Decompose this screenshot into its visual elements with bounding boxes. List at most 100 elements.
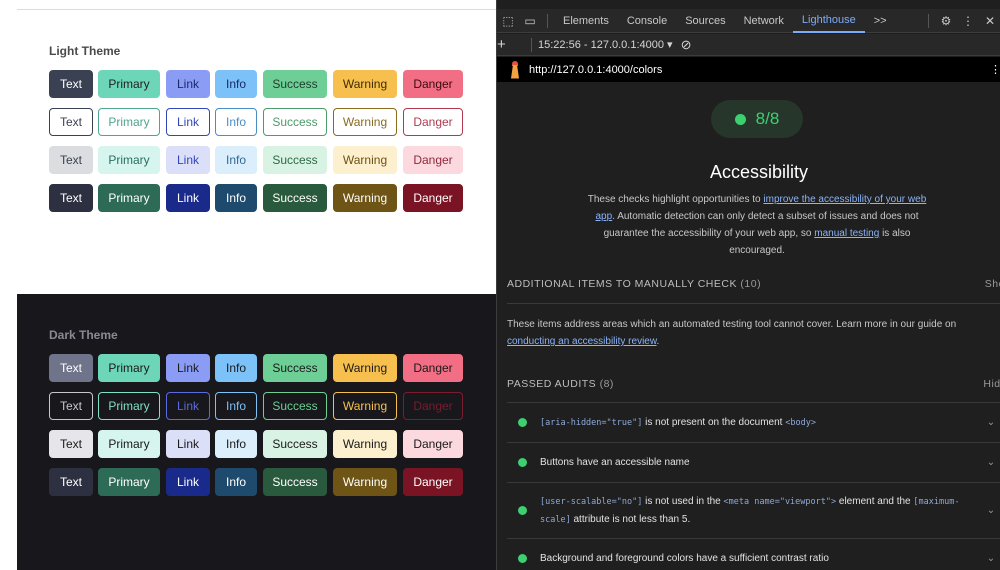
light-solid-warning-button[interactable]: Warning bbox=[333, 70, 397, 98]
more-options-icon[interactable]: ⋮ bbox=[957, 14, 979, 28]
dark-dark-info-button[interactable]: Info bbox=[215, 468, 257, 496]
dark-outline-warning-button[interactable]: Warning bbox=[333, 392, 397, 420]
light-dark-info-button[interactable]: Info bbox=[215, 184, 257, 212]
dark-pale-info-button[interactable]: Info bbox=[215, 430, 257, 458]
tab-network[interactable]: Network bbox=[735, 9, 793, 33]
passed-audits-toggle[interactable]: Hide bbox=[983, 378, 1000, 390]
light-outline-success-button[interactable]: Success bbox=[263, 108, 327, 136]
dark-pale-danger-button[interactable]: Danger bbox=[403, 430, 463, 458]
chevron-down-icon[interactable]: ⌄ bbox=[981, 457, 1000, 468]
inspect-element-icon[interactable]: ⬚ bbox=[497, 14, 519, 28]
passed-audits-header[interactable]: PASSED AUDITS (8) Hide bbox=[507, 378, 1000, 390]
report-url[interactable]: http://127.0.0.1:4000/colors bbox=[529, 64, 662, 76]
dark-dark-primary-button[interactable]: Primary bbox=[98, 468, 160, 496]
lighthouse-report: 8/8 Accessibility These checks highlight… bbox=[497, 82, 1000, 570]
accessibility-review-link[interactable]: conducting an accessibility review bbox=[507, 336, 657, 347]
dark-pale-link-button[interactable]: Link bbox=[166, 430, 210, 458]
manual-check-toggle[interactable]: Show bbox=[985, 278, 1000, 290]
dark-pale-text-button[interactable]: Text bbox=[49, 430, 93, 458]
light-solid-success-button[interactable]: Success bbox=[263, 70, 327, 98]
dark-solid-warning-button[interactable]: Warning bbox=[333, 354, 397, 382]
demo-page: Light Theme Text Primary Link Info Success Wa… bbox=[0, 0, 496, 570]
manual-testing-link[interactable]: manual testing bbox=[814, 228, 879, 239]
light-solid-primary-button[interactable]: Primary bbox=[98, 70, 160, 98]
dark-solid-primary-button[interactable]: Primary bbox=[98, 354, 160, 382]
audit-text: Background and foreground colors have a … bbox=[540, 553, 829, 564]
dark-outline-text-button[interactable]: Text bbox=[49, 392, 93, 420]
score-badge: 8/8 bbox=[711, 100, 803, 138]
audit-item[interactable]: [user-scalable="no"] is not used in the … bbox=[507, 483, 1000, 538]
report-selector[interactable]: 15:22:56 - 127.0.0.1:4000 ▾ bbox=[538, 38, 673, 51]
audit-text: element and the bbox=[836, 495, 914, 507]
dark-dark-text-button[interactable]: Text bbox=[49, 468, 93, 496]
light-pale-link-button[interactable]: Link bbox=[166, 146, 210, 174]
light-outline-warning-button[interactable]: Warning bbox=[333, 108, 397, 136]
audit-item[interactable]: Buttons have an accessible name ⌄ bbox=[507, 443, 1000, 482]
audit-text: attribute is not less than 5. bbox=[570, 513, 691, 525]
audit-item[interactable]: [aria-hidden="true"] is not present on t… bbox=[507, 403, 1000, 442]
dark-dark-warning-button[interactable]: Warning bbox=[333, 468, 397, 496]
audit-item[interactable]: Background and foreground colors have a … bbox=[507, 539, 1000, 570]
dark-solid-info-button[interactable]: Info bbox=[215, 354, 257, 382]
light-pale-warning-button[interactable]: Warning bbox=[333, 146, 397, 174]
new-report-plus-icon[interactable]: + bbox=[497, 36, 525, 53]
light-outline-text-button[interactable]: Text bbox=[49, 108, 93, 136]
dark-solid-danger-button[interactable]: Danger bbox=[403, 354, 463, 382]
toolbar-divider bbox=[531, 37, 532, 52]
report-menu-icon[interactable]: ⋮ bbox=[990, 63, 1000, 76]
passed-audits-label: PASSED AUDITS bbox=[507, 378, 597, 390]
manual-check-header[interactable]: ADDITIONAL ITEMS TO MANUALLY CHECK (10) … bbox=[507, 278, 1000, 290]
chevron-down-icon[interactable]: ⌄ bbox=[981, 505, 1000, 516]
close-icon[interactable]: ✕ bbox=[979, 14, 1000, 28]
settings-gear-icon[interactable]: ⚙ bbox=[935, 14, 957, 28]
light-pale-danger-button[interactable]: Danger bbox=[403, 146, 463, 174]
light-outline-link-button[interactable]: Link bbox=[166, 108, 210, 136]
device-toolbar-icon[interactable]: ▭ bbox=[519, 14, 541, 28]
clear-report-icon[interactable]: ⊘ bbox=[681, 37, 692, 53]
manual-check-label: ADDITIONAL ITEMS TO MANUALLY CHECK bbox=[507, 278, 737, 290]
dark-dark-danger-button[interactable]: Danger bbox=[403, 468, 463, 496]
dark-outline-link-button[interactable]: Link bbox=[166, 392, 210, 420]
dark-dark-link-button[interactable]: Link bbox=[166, 468, 210, 496]
light-outline-primary-button[interactable]: Primary bbox=[98, 108, 160, 136]
dark-outline-danger-button[interactable]: Danger bbox=[403, 392, 463, 420]
light-dark-text-button[interactable]: Text bbox=[49, 184, 93, 212]
dark-solid-text-button[interactable]: Text bbox=[49, 354, 93, 382]
light-pale-info-button[interactable]: Info bbox=[215, 146, 257, 174]
pass-status-icon bbox=[518, 418, 527, 427]
tab-console[interactable]: Console bbox=[618, 9, 676, 33]
toolbar-divider bbox=[547, 13, 548, 28]
pass-status-icon bbox=[734, 113, 746, 125]
dark-outline-primary-button[interactable]: Primary bbox=[98, 392, 160, 420]
tab-elements[interactable]: Elements bbox=[554, 9, 618, 33]
light-dark-primary-button[interactable]: Primary bbox=[98, 184, 160, 212]
light-solid-text-button[interactable]: Text bbox=[49, 70, 93, 98]
chevron-down-icon[interactable]: ⌄ bbox=[981, 417, 1000, 428]
light-dark-warning-button[interactable]: Warning bbox=[333, 184, 397, 212]
dark-solid-success-button[interactable]: Success bbox=[263, 354, 327, 382]
light-outline-danger-button[interactable]: Danger bbox=[403, 108, 463, 136]
light-dark-danger-button[interactable]: Danger bbox=[403, 184, 463, 212]
light-solid-link-button[interactable]: Link bbox=[166, 70, 210, 98]
light-dark-success-button[interactable]: Success bbox=[263, 184, 327, 212]
dark-dark-success-button[interactable]: Success bbox=[263, 468, 327, 496]
tab-sources[interactable]: Sources bbox=[676, 9, 734, 33]
dark-outline-info-button[interactable]: Info bbox=[215, 392, 257, 420]
dark-outline-success-button[interactable]: Success bbox=[263, 392, 327, 420]
dark-pale-primary-button[interactable]: Primary bbox=[98, 430, 160, 458]
light-dark-link-button[interactable]: Link bbox=[166, 184, 210, 212]
category-title: Accessibility bbox=[709, 162, 809, 182]
light-outline-info-button[interactable]: Info bbox=[215, 108, 257, 136]
dark-solid-link-button[interactable]: Link bbox=[166, 354, 210, 382]
dark-pale-warning-button[interactable]: Warning bbox=[333, 430, 397, 458]
light-pale-success-button[interactable]: Success bbox=[263, 146, 327, 174]
light-pale-text-button[interactable]: Text bbox=[49, 146, 93, 174]
tab-lighthouse[interactable]: Lighthouse bbox=[792, 9, 865, 33]
dark-pale-success-button[interactable]: Success bbox=[263, 430, 327, 458]
light-solid-danger-button[interactable]: Danger bbox=[403, 70, 463, 98]
chevron-down-icon[interactable]: ⌄ bbox=[981, 553, 1000, 564]
light-pale-primary-button[interactable]: Primary bbox=[98, 146, 160, 174]
light-solid-info-button[interactable]: Info bbox=[215, 70, 257, 98]
more-tabs-button[interactable]: >> bbox=[865, 9, 896, 33]
section-divider bbox=[507, 303, 1000, 304]
